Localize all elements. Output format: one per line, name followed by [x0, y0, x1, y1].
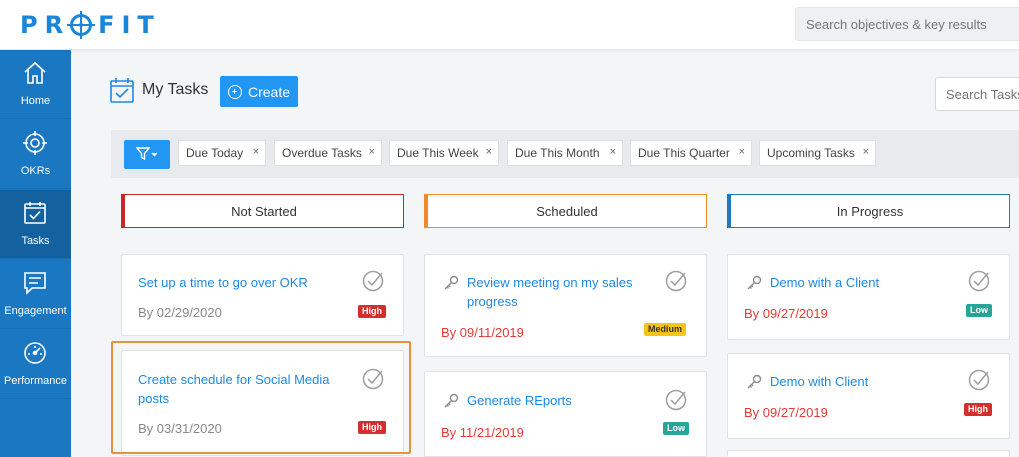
filter-chip-upcoming-tasks[interactable]: Upcoming Tasks ×	[759, 140, 876, 166]
priority-badge: High	[964, 403, 992, 416]
column-header-scheduled: Scheduled	[424, 194, 707, 228]
priority-badge: Medium	[644, 323, 687, 336]
tasks-icon	[24, 202, 46, 224]
column-title: In Progress	[836, 203, 904, 219]
task-title[interactable]: Create schedule for Social Media posts	[138, 370, 353, 408]
filter-chip-label: Due This Week	[397, 146, 479, 160]
column-title: Scheduled	[536, 203, 598, 219]
sidebar-item-performance[interactable]: Performance	[0, 330, 71, 399]
task-due-date: By 09/27/2019	[744, 405, 828, 420]
task-due-date: By 09/11/2019	[441, 325, 524, 340]
home-icon	[24, 61, 46, 84]
filter-chip-overdue-tasks[interactable]: Overdue Tasks ×	[274, 140, 382, 166]
remove-filter-icon[interactable]: ×	[369, 146, 375, 158]
column-header-not-started: Not Started	[121, 194, 404, 228]
app-logo[interactable]: PRFIT	[20, 10, 161, 40]
sidebar-item-label: Tasks	[21, 235, 50, 247]
column-header-in-progress: In Progress	[727, 194, 1010, 228]
remove-filter-icon[interactable]: ×	[863, 146, 869, 158]
task-card[interactable]	[727, 450, 1010, 457]
key-icon	[747, 275, 762, 290]
task-due-date: By 03/31/2020	[138, 421, 222, 436]
key-icon	[747, 374, 762, 389]
page-title: My Tasks	[142, 81, 209, 98]
sidebar-item-label: Engagement	[4, 305, 67, 317]
complete-check-icon[interactable]	[362, 368, 384, 390]
task-title[interactable]: Demo with Client	[770, 372, 960, 391]
global-search-input[interactable]	[795, 7, 1019, 41]
sidebar-item-tasks[interactable]: Tasks	[0, 190, 71, 259]
sidebar-item-engagement[interactable]: Engagement	[0, 260, 71, 329]
logo-target-icon	[67, 11, 96, 39]
task-due-date: By 02/29/2020	[138, 305, 222, 320]
task-title[interactable]: Set up a time to go over OKR	[138, 273, 348, 292]
filter-chip-label: Due Today	[186, 146, 244, 160]
sidebar: Home OKRs Tasks Engagement Performance	[0, 50, 71, 457]
complete-check-icon[interactable]	[665, 389, 687, 411]
create-task-button[interactable]: Create	[220, 76, 298, 107]
priority-badge: High	[358, 421, 386, 434]
target-icon	[23, 131, 47, 155]
column-title: Not Started	[231, 203, 297, 219]
complete-check-icon[interactable]	[665, 270, 687, 292]
filter-bar: Due Today × Overdue Tasks × Due This Week ×…	[111, 130, 1019, 178]
sidebar-item-label: OKRs	[20, 165, 51, 177]
sidebar-item-label: Performance	[4, 375, 67, 387]
task-card[interactable]: Generate REports By 11/21/2019 Low	[424, 371, 707, 457]
sidebar-item-home[interactable]: Home	[0, 50, 71, 119]
task-due-date: By 09/27/2019	[744, 306, 828, 321]
task-card[interactable]: Demo with Client By 09/27/2019 High	[727, 353, 1010, 439]
priority-badge: Low	[966, 304, 992, 317]
gauge-icon	[24, 342, 46, 364]
sidebar-item-label: Home	[20, 95, 51, 107]
task-due-date: By 11/21/2019	[441, 425, 524, 440]
filter-chip-due-this-quarter[interactable]: Due This Quarter ×	[630, 140, 752, 166]
filter-chip-due-this-week[interactable]: Due This Week ×	[389, 140, 499, 166]
top-bar: PRFIT	[0, 0, 1019, 50]
filter-chip-due-this-month[interactable]: Due This Month ×	[507, 140, 623, 166]
task-card[interactable]: Create schedule for Social Media posts B…	[121, 350, 404, 456]
task-card[interactable]: Set up a time to go over OKR By 02/29/20…	[121, 254, 404, 336]
priority-badge: Low	[663, 422, 689, 435]
filter-chip-label: Due This Month	[515, 146, 600, 160]
filter-icon	[136, 147, 158, 161]
complete-check-icon[interactable]	[968, 270, 990, 292]
remove-filter-icon[interactable]: ×	[610, 146, 616, 158]
plus-circle-icon	[227, 84, 242, 99]
task-title[interactable]: Demo with a Client	[770, 273, 960, 292]
complete-check-icon[interactable]	[362, 270, 384, 292]
filter-chip-label: Due This Quarter	[638, 146, 730, 160]
task-card[interactable]: Demo with a Client By 09/27/2019 Low	[727, 254, 1010, 340]
main-content: My Tasks Create Due Today × Overdue Tasks…	[71, 50, 1019, 457]
filter-chip-label: Upcoming Tasks	[767, 146, 855, 160]
task-card[interactable]: Review meeting on my sales progress By 0…	[424, 254, 707, 357]
complete-check-icon[interactable]	[968, 369, 990, 391]
tasks-calendar-icon	[110, 78, 134, 103]
filter-chip-due-today[interactable]: Due Today ×	[178, 140, 266, 166]
key-icon	[444, 275, 459, 290]
remove-filter-icon[interactable]: ×	[253, 146, 259, 158]
search-tasks-input[interactable]	[935, 77, 1019, 111]
key-icon	[444, 393, 459, 408]
remove-filter-icon[interactable]: ×	[486, 146, 492, 158]
sidebar-item-okrs[interactable]: OKRs	[0, 120, 71, 189]
task-title[interactable]: Generate REports	[467, 391, 657, 410]
filter-dropdown-button[interactable]	[124, 140, 170, 169]
create-button-label: Create	[247, 83, 291, 100]
remove-filter-icon[interactable]: ×	[739, 146, 745, 158]
priority-badge: High	[358, 305, 386, 318]
filter-chip-label: Overdue Tasks	[282, 146, 362, 160]
chat-icon	[24, 272, 46, 295]
task-title[interactable]: Review meeting on my sales progress	[467, 273, 657, 311]
